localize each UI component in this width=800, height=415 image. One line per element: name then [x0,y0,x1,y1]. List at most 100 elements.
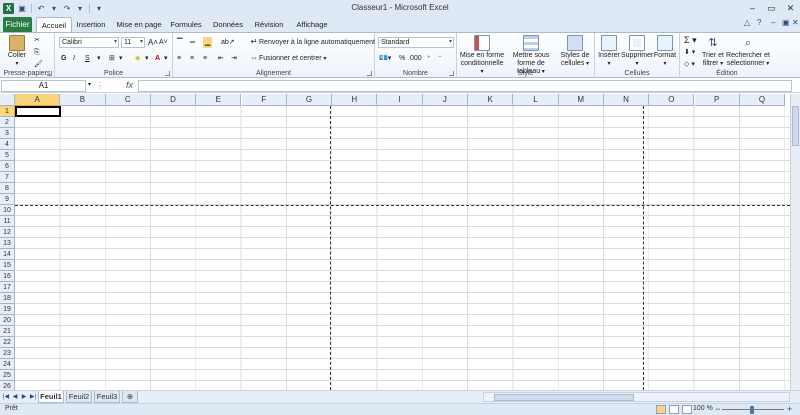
paste-button[interactable]: Coller ▾ [4,35,30,68]
sheet-tab-1[interactable]: Feuil1 [38,391,64,403]
tab-data[interactable]: Données [209,17,247,32]
align-top-icon[interactable]: ▔ [177,37,182,48]
shrink-font-icon[interactable]: A˅ [159,37,168,48]
align-center-icon[interactable]: ≡ [190,53,194,64]
accounting-format-icon[interactable]: 💶▾ [379,53,391,64]
row-header-22[interactable]: 22 [0,337,15,348]
row-header-25[interactable]: 25 [0,370,15,381]
horizontal-scrollbar[interactable] [483,392,790,402]
tab-formulas[interactable]: Formules [167,17,205,32]
font-name-combo[interactable]: Calibri ▾ [59,37,119,48]
underline-dropdown-icon[interactable]: ▾ [97,53,101,64]
undo-dropdown-icon[interactable]: ▾ [49,3,59,14]
alignment-launcher-icon[interactable] [367,71,372,76]
row-header-13[interactable]: 13 [0,238,15,249]
tab-file[interactable]: Fichier [3,17,32,32]
tab-home[interactable]: Accueil [36,17,72,32]
font-color-dropdown-icon[interactable]: ▾ [164,53,168,64]
row-header-3[interactable]: 3 [0,128,15,139]
column-header-d[interactable]: D [150,94,197,106]
column-header-a[interactable]: A [15,94,61,106]
format-cells-button[interactable]: Format ▾ [653,35,677,68]
normal-view-icon[interactable] [656,405,666,414]
row-header-24[interactable]: 24 [0,359,15,370]
sheet-tab-2[interactable]: Feuil2 [66,391,92,403]
column-header-c[interactable]: C [105,94,151,106]
sort-filter-button[interactable]: ⇅ Trier et filtrer ▾ [700,35,726,68]
format-painter-icon[interactable]: 🖌 [34,59,43,70]
insert-function-icon[interactable]: fx [126,80,133,90]
align-right-icon[interactable]: ≡ [203,53,207,64]
italic-button[interactable]: I [73,53,75,64]
minimize-doc-icon[interactable]: – [771,18,775,30]
row-header-16[interactable]: 16 [0,271,15,282]
row-header-18[interactable]: 18 [0,293,15,304]
worksheet-grid[interactable]: ABCDEFGHIJKLMNOPQ 1 2 3 4 5 6 7 8 9 10 11 12 13 14 15 1… [0,94,790,390]
insert-cells-button[interactable]: Insérer ▾ [597,35,621,68]
column-header-j[interactable]: J [422,94,468,106]
row-header-10[interactable]: 10 [0,205,15,216]
close-icon[interactable]: ✕ [781,0,800,16]
clear-icon[interactable]: ◇ ▾ [684,59,695,70]
row-header-8[interactable]: 8 [0,183,15,194]
border-dropdown-icon[interactable]: ▾ [119,53,123,64]
name-box-dropdown-icon[interactable]: ▾ [88,81,91,88]
thousands-button[interactable]: 000 [410,53,422,64]
row-header-12[interactable]: 12 [0,227,15,238]
column-header-f[interactable]: F [241,94,287,106]
active-cell-a1[interactable] [15,106,61,117]
column-header-n[interactable]: N [603,94,650,106]
vertical-scrollbar[interactable] [790,94,800,390]
row-header-20[interactable]: 20 [0,315,15,326]
row-header-15[interactable]: 15 [0,260,15,271]
customize-qat-icon[interactable]: ▾ [94,3,104,14]
zoom-level[interactable]: 100 % [693,405,713,412]
maximize-icon[interactable]: ▭ [762,0,781,16]
row-header-7[interactable]: 7 [0,172,15,183]
wrap-text-button[interactable]: ↵ Renvoyer à la ligne automatiquement [249,37,375,48]
row-header-1[interactable]: 1 [0,106,15,117]
name-box[interactable]: A1 [1,80,86,92]
font-color-icon[interactable]: A [155,53,160,64]
fill-dropdown-icon[interactable]: ▾ [145,53,149,64]
font-launcher-icon[interactable] [165,71,170,76]
tab-insert[interactable]: Insertion [74,17,108,32]
save-icon[interactable]: ▣ [17,3,27,14]
redo-dropdown-icon[interactable]: ▾ [75,3,85,14]
column-header-e[interactable]: E [196,94,242,106]
page-layout-view-icon[interactable] [669,405,679,414]
number-format-combo[interactable]: Standard ▾ [378,37,454,48]
grow-font-icon[interactable]: A˄ [148,37,158,48]
zoom-slider-knob[interactable] [750,406,754,414]
column-header-h[interactable]: H [332,94,378,106]
column-header-o[interactable]: O [649,94,695,106]
prev-sheet-icon[interactable]: ◀ [11,392,19,402]
row-header-6[interactable]: 6 [0,161,15,172]
redo-icon[interactable]: ↷ [62,3,72,14]
column-header-m[interactable]: M [558,94,604,106]
row-header-14[interactable]: 14 [0,249,15,260]
row-header-23[interactable]: 23 [0,348,15,359]
column-header-q[interactable]: Q [739,94,786,106]
new-sheet-icon[interactable]: ⊕ [122,391,138,403]
horizontal-scroll-thumb[interactable] [494,394,634,401]
column-header-p[interactable]: P [694,94,740,106]
zoom-in-icon[interactable]: + [787,404,792,414]
clipboard-launcher-icon[interactable] [47,71,52,76]
page-break-view-icon[interactable] [682,405,692,414]
next-sheet-icon[interactable]: ▶ [20,392,28,402]
decrease-decimal-icon[interactable]: ⁻ [438,53,442,64]
row-header-11[interactable]: 11 [0,216,15,227]
sheet-tab-3[interactable]: Feuil3 [94,391,120,403]
column-header-k[interactable]: K [468,94,514,106]
row-header-26[interactable]: 26 [0,381,15,390]
row-header-4[interactable]: 4 [0,139,15,150]
increase-indent-icon[interactable]: ⇥ [231,53,237,64]
column-header-b[interactable]: B [60,94,106,106]
cut-icon[interactable]: ✂ [34,35,40,46]
number-launcher-icon[interactable] [449,71,454,76]
merge-center-button[interactable]: ⇔Fusionner et centrer ▾ [249,53,326,64]
undo-icon[interactable]: ↶ [36,3,46,14]
vertical-scroll-thumb[interactable] [792,106,799,146]
cell-styles-button[interactable]: Styles de cellules ▾ [558,35,592,68]
